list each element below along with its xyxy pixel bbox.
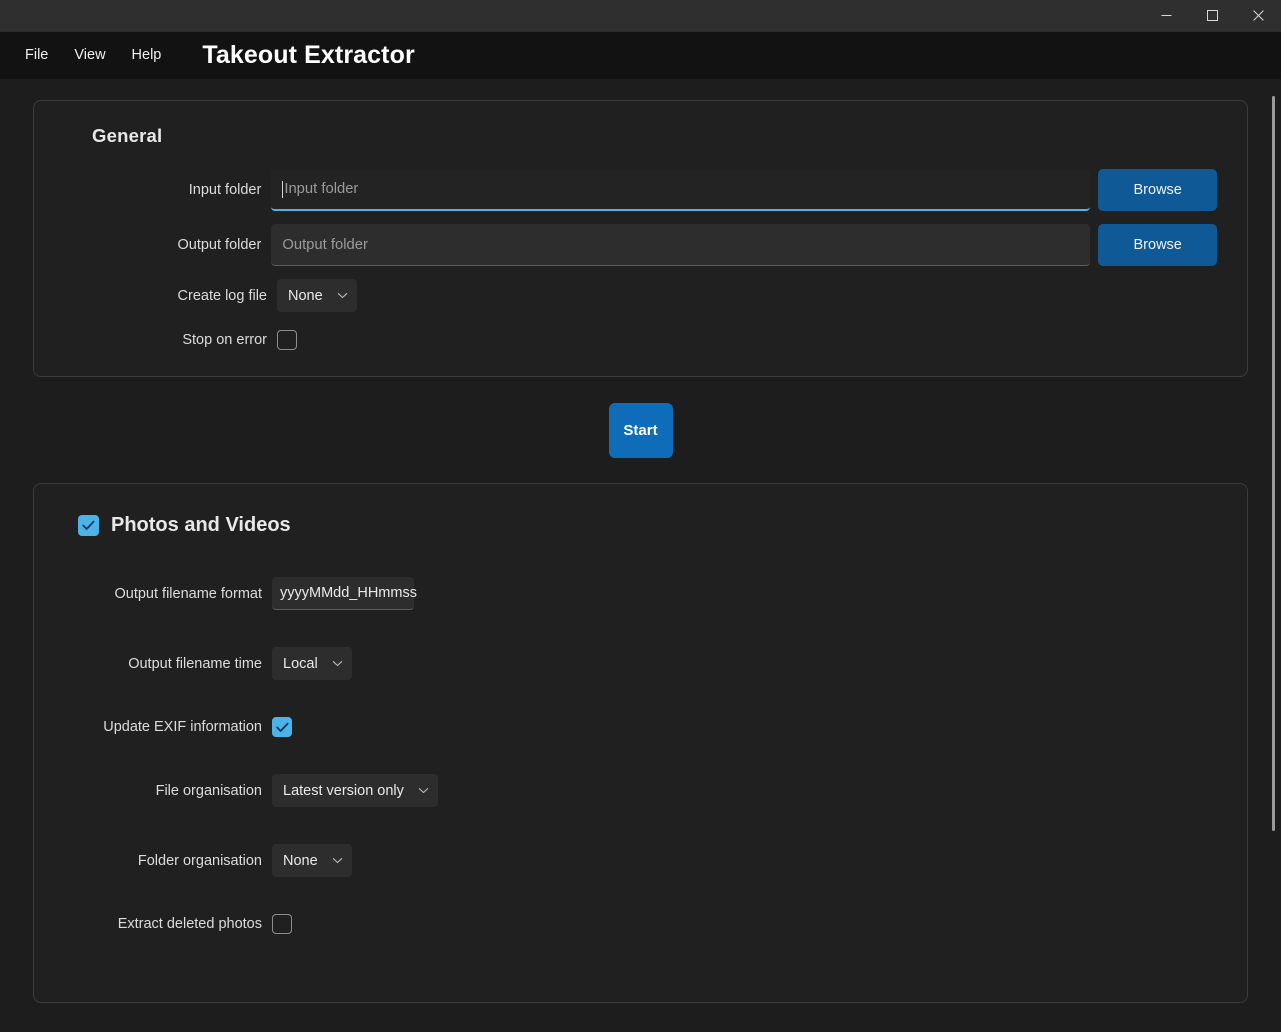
- folder-organisation-label: Folder organisation: [137, 852, 262, 869]
- general-section-title: General: [92, 125, 163, 146]
- update-exif-checkbox[interactable]: [272, 717, 292, 737]
- input-folder-placeholder: Input folder: [284, 181, 359, 197]
- create-log-file-row: Create log file None: [64, 279, 1217, 312]
- stop-on-error-row: Stop on error: [64, 330, 1217, 350]
- chevron-down-icon: [418, 787, 429, 794]
- chevron-down-icon: [337, 292, 348, 299]
- output-filename-time-row: Output filename time Local: [64, 647, 1217, 680]
- file-organisation-dropdown[interactable]: Latest version only: [272, 774, 438, 807]
- extract-deleted-photos-row: Extract deleted photos: [64, 914, 1217, 934]
- output-folder-label: Output folder: [177, 237, 262, 253]
- vertical-scrollbar[interactable]: [1267, 79, 1279, 1032]
- app-title: Takeout Extractor: [202, 41, 415, 69]
- output-folder-placeholder: Output folder: [282, 236, 368, 253]
- chevron-down-icon: [332, 857, 343, 864]
- menu-bar: File View Help Takeout Extractor: [0, 32, 1281, 79]
- input-folder-browse-button[interactable]: Browse: [1098, 169, 1217, 211]
- scrollbar-thumb[interactable]: [1272, 96, 1275, 831]
- title-bar: [0, 0, 1281, 32]
- extract-deleted-photos-checkbox[interactable]: [272, 914, 292, 934]
- scroll-content: General Input folder Input folder Browse…: [0, 79, 1281, 1032]
- create-log-file-value: None: [288, 287, 323, 304]
- maximize-button[interactable]: [1189, 0, 1235, 31]
- extract-deleted-photos-label: Extract deleted photos: [117, 916, 262, 932]
- output-filename-time-value: Local: [283, 655, 318, 672]
- folder-organisation-row: Folder organisation None: [64, 844, 1217, 877]
- folder-organisation-dropdown[interactable]: None: [272, 844, 352, 877]
- general-panel: General Input folder Input folder Browse…: [33, 100, 1248, 377]
- stop-on-error-checkbox[interactable]: [277, 330, 297, 350]
- menu-item-view[interactable]: View: [61, 43, 118, 68]
- photos-and-videos-header: Photos and Videos: [78, 514, 1217, 537]
- minimize-icon: [1161, 10, 1172, 21]
- output-filename-format-field[interactable]: yyyyMMdd_HHmmss: [272, 577, 417, 610]
- output-folder-field[interactable]: Output folder: [271, 224, 1091, 266]
- start-button-container: Start: [33, 403, 1248, 458]
- output-filename-time-dropdown[interactable]: Local: [272, 647, 352, 680]
- file-organisation-label: File organisation: [155, 782, 262, 799]
- close-icon: [1252, 10, 1264, 21]
- output-filename-format-label: Output filename format: [114, 585, 263, 602]
- menu-item-file[interactable]: File: [12, 43, 61, 68]
- chevron-down-icon: [332, 660, 343, 667]
- stop-on-error-label: Stop on error: [182, 332, 267, 348]
- update-exif-label: Update EXIF information: [103, 719, 262, 735]
- file-organisation-value: Latest version only: [283, 782, 404, 799]
- photos-and-videos-panel: Photos and Videos Output filename format…: [33, 483, 1248, 1003]
- start-button[interactable]: Start: [608, 403, 673, 458]
- output-folder-row: Output folder Output folder Browse: [64, 224, 1217, 266]
- maximize-icon: [1206, 10, 1218, 21]
- output-filename-format-row: Output filename format yyyyMMdd_HHmmss: [64, 577, 1217, 610]
- update-exif-row: Update EXIF information: [64, 717, 1217, 737]
- minimize-button[interactable]: [1143, 0, 1189, 31]
- create-log-file-label: Create log file: [177, 287, 267, 304]
- close-button[interactable]: [1235, 0, 1281, 31]
- photos-and-videos-title: Photos and Videos: [111, 514, 291, 536]
- folder-organisation-value: None: [283, 852, 318, 869]
- output-folder-browse-button[interactable]: Browse: [1098, 224, 1217, 266]
- file-organisation-row: File organisation Latest version only: [64, 774, 1217, 807]
- input-folder-row: Input folder Input folder Browse: [64, 169, 1217, 211]
- create-log-file-dropdown[interactable]: None: [277, 279, 357, 312]
- input-folder-label: Input folder: [188, 182, 262, 198]
- output-filename-time-label: Output filename time: [128, 655, 262, 672]
- photos-and-videos-checkbox[interactable]: [78, 515, 99, 536]
- text-caret: [282, 180, 284, 198]
- input-folder-field[interactable]: Input folder: [271, 169, 1091, 211]
- menu-item-help[interactable]: Help: [119, 43, 175, 68]
